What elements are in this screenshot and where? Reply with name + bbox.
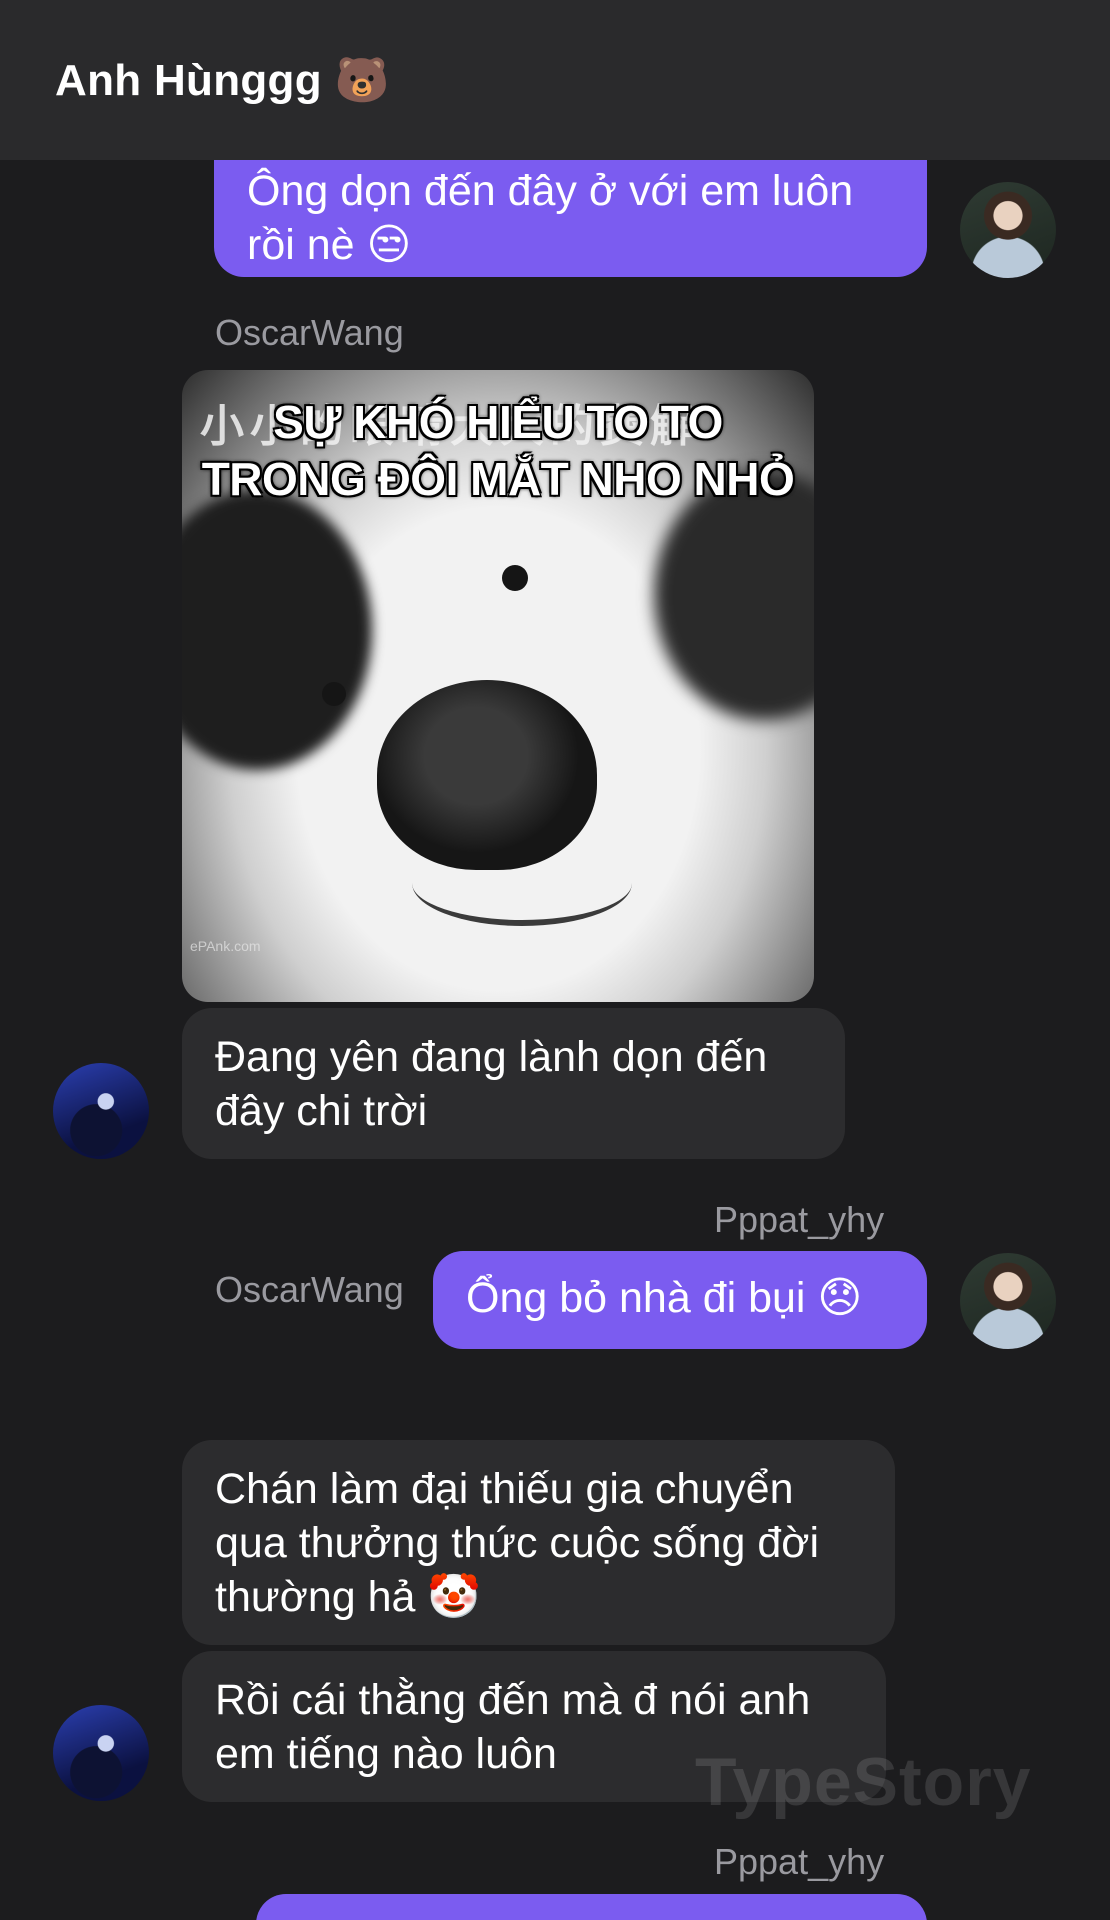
sender-name: Pppat_yhy [714, 1841, 885, 1882]
dog-eye [502, 565, 528, 591]
sender-name: Pppat_yhy [714, 1199, 885, 1240]
avatar[interactable] [960, 1253, 1056, 1349]
chat-title[interactable]: Anh Hùnggg 🐻 [55, 54, 390, 106]
dog-mouth [412, 840, 632, 926]
dog-eye [322, 682, 346, 706]
message-text: Ổng bỏ nhà đi bụi 😞 [466, 1274, 863, 1322]
message-bubble-outgoing[interactable] [256, 1894, 927, 1920]
message-text: Ông dọn đến đây ở với em luôn rồi nè 😒 [247, 167, 854, 269]
message-bubble-incoming[interactable]: Chán làm đại thiếu gia chuyển qua thưởng… [182, 1440, 895, 1645]
message-text: Đang yên đang lành dọn đến đây chi trời [215, 1033, 768, 1135]
sticker-caption: TRONG ĐÔI MẮT NHO NHỎ [201, 453, 795, 505]
app-watermark: TypeStory [695, 1744, 1032, 1820]
sticker-caption: SỰ KHÓ HIỂU TO TO [273, 396, 723, 448]
message-text: Chán làm đại thiếu gia chuyển qua thưởng… [215, 1465, 820, 1621]
avatar[interactable] [53, 1705, 149, 1801]
message-bubble-outgoing[interactable]: Ông dọn đến đây ở với em luôn rồi nè 😒 [214, 160, 927, 277]
avatar[interactable] [53, 1063, 149, 1159]
sticker-image[interactable]: 小小的眼睛大大的费解 SỰ KHÓ HIỂU TO TO TRONG ĐÔI M… [182, 370, 814, 1002]
sender-name: OscarWang [215, 312, 404, 353]
sender-name: OscarWang [215, 1269, 404, 1310]
sticker-shading [654, 470, 814, 720]
message-bubble-outgoing[interactable]: Ổng bỏ nhà đi bụi 😞 [433, 1251, 927, 1349]
sticker-shading [182, 490, 372, 770]
avatar[interactable] [960, 182, 1056, 278]
message-bubble-incoming[interactable]: Đang yên đang lành dọn đến đây chi trời [182, 1008, 845, 1159]
sticker-watermark: ePAnk.com [190, 938, 261, 954]
chat-header: Anh Hùnggg 🐻 [0, 0, 1110, 160]
